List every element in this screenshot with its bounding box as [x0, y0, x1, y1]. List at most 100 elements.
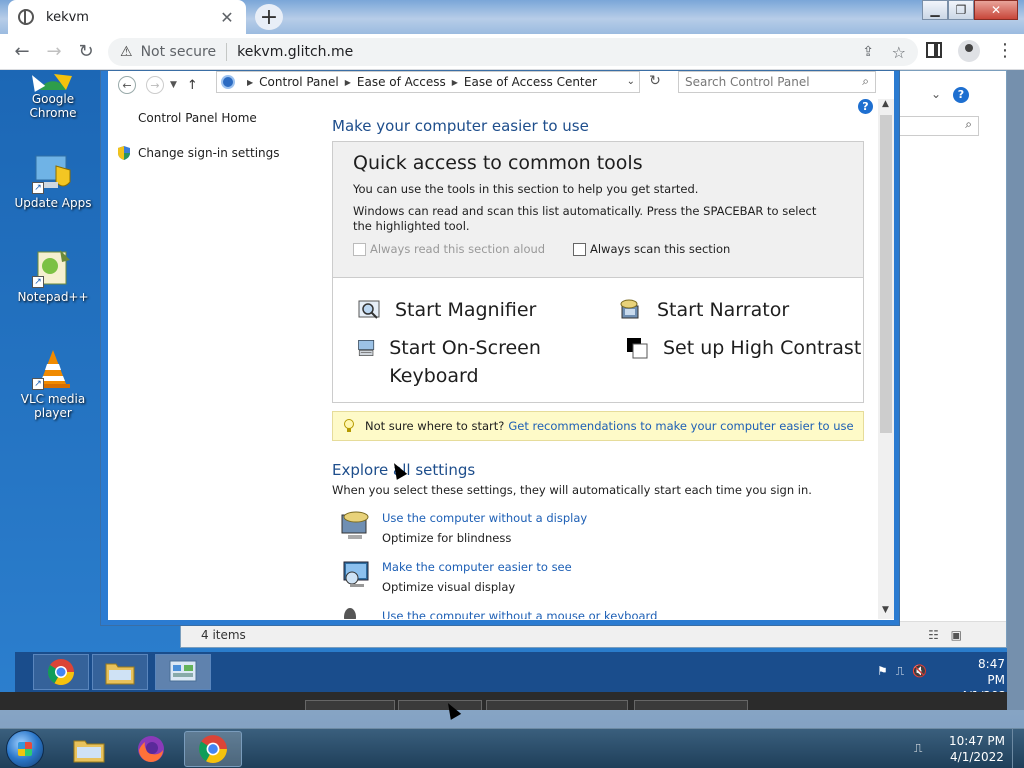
action-center-flag-icon[interactable]: ⚑ [877, 664, 888, 679]
remote-control-tab[interactable] [398, 700, 482, 710]
search-icon: ⌕ [965, 117, 972, 131]
profile-avatar-icon[interactable] [958, 40, 980, 62]
start-on-screen-keyboard-button[interactable]: Start On-Screen Keyboard [357, 334, 577, 390]
taskbar-file-explorer-button[interactable] [92, 654, 148, 690]
desktop-icon-chrome[interactable]: Google Chrome [8, 70, 98, 120]
browser-tab[interactable]: kekvm ✕ [8, 0, 246, 34]
read-aloud-checkbox-row[interactable]: Always read this section aloud [353, 242, 545, 256]
search-icon[interactable]: ⌕ [862, 74, 869, 89]
volume-muted-icon[interactable]: 🔇 [912, 664, 927, 679]
ease-of-access-window: ← → ▼ ↑ ▶ Control Panel ▶ Ease of Access… [100, 70, 900, 626]
url-text[interactable]: kekvm.glitch.me [237, 44, 353, 60]
vertical-scrollbar[interactable]: ▲ ▼ [878, 99, 894, 619]
breadcrumb-separator-icon[interactable]: ▶ [345, 78, 351, 87]
remote-screen[interactable]: Google Chrome ↗ Update Apps ↗ Notepad++ … [0, 70, 1007, 710]
help-icon[interactable]: ? [953, 87, 969, 103]
remote-control-tab[interactable] [305, 700, 395, 710]
change-signin-settings-link[interactable]: Change sign-in settings [116, 145, 280, 161]
breadcrumb-separator-icon[interactable]: ▶ [452, 78, 458, 87]
explorer-address-bar: ← → ▼ ↑ ▶ Control Panel ▶ Ease of Access… [108, 71, 894, 99]
chevron-down-icon[interactable]: ⌄ [931, 87, 941, 101]
up-arrow-icon[interactable]: ↑ [187, 78, 198, 93]
chevron-down-icon[interactable]: ⌄ [627, 76, 635, 87]
start-magnifier-button[interactable]: Start Magnifier [357, 296, 536, 324]
more-menu-icon[interactable]: ⋮ [996, 40, 1014, 61]
recent-locations-icon[interactable]: ▼ [170, 80, 177, 90]
breadcrumb-ease-of-access[interactable]: Ease of Access [357, 75, 446, 89]
host-taskbar-firefox-button[interactable] [122, 731, 180, 767]
vlc-cone-icon: ↗ [32, 348, 74, 390]
host-clock[interactable]: 10:47 PM 4/1/2022 [946, 733, 1008, 765]
control-panel-home-link[interactable]: Control Panel Home [138, 111, 257, 125]
page-title: Make your computer easier to use [332, 117, 589, 135]
breadcrumb-control-panel[interactable]: Control Panel [259, 75, 339, 89]
network-icon[interactable]: ⎍ [896, 664, 904, 679]
folder-icon [105, 663, 135, 685]
main-content: Make your computer easier to use Quick a… [330, 99, 868, 619]
shortcut-arrow-icon: ↗ [32, 378, 44, 390]
browser-toolbar: ← → ↻ ⚠ Not secure kekvm.glitch.me ⇪ ☆ ⋮ [0, 34, 1024, 70]
scroll-up-icon[interactable]: ▲ [882, 99, 889, 109]
setting-link[interactable]: Make the computer easier to see [382, 560, 572, 574]
forward-icon[interactable]: → [146, 76, 164, 94]
show-desktop-button[interactable] [1012, 729, 1024, 768]
scrollbar-thumb[interactable] [880, 115, 892, 433]
guest-taskbar: ⚑ ⎍ 🔇 8:47 PM 4/1/2022 [15, 652, 1007, 703]
start-narrator-button[interactable]: Start Narrator [619, 296, 789, 324]
minimize-button[interactable]: ▁ [922, 0, 948, 20]
setting-link[interactable]: Use the computer without a mouse or keyb… [382, 609, 657, 619]
read-aloud-checkbox[interactable] [353, 242, 366, 256]
setting-easier-to-see[interactable]: Make the computer easier to see Optimize… [340, 558, 572, 594]
back-icon[interactable]: ← [6, 36, 38, 68]
scroll-down-icon[interactable]: ▼ [882, 605, 889, 615]
scan-checkbox-row[interactable]: Always scan this section [573, 242, 730, 256]
get-recommendations-link[interactable]: Get recommendations to make your compute… [508, 419, 853, 433]
remote-control-tab[interactable] [634, 700, 748, 710]
background-search-box[interactable]: ⌕ [899, 116, 979, 136]
desktop-icon-notepadpp[interactable]: ↗ Notepad++ [8, 246, 98, 304]
tip-text: Not sure where to start? [365, 419, 505, 433]
reload-icon[interactable]: ↻ [70, 36, 102, 68]
tab-close-icon[interactable]: ✕ [218, 8, 236, 27]
setting-without-display[interactable]: Use the computer without a display Optim… [340, 509, 587, 545]
bookmark-star-icon[interactable]: ☆ [892, 43, 906, 62]
side-panel-icon[interactable] [926, 42, 942, 58]
warning-icon[interactable]: ⚠ [120, 44, 133, 60]
remote-control-strip [0, 692, 1007, 710]
set-up-high-contrast-button[interactable]: Set up High Contrast [625, 334, 861, 362]
desktop-icon-vlc[interactable]: ↗ VLC media player [8, 348, 98, 420]
close-button[interactable]: ✕ [974, 0, 1018, 20]
breadcrumb-ease-of-access-center[interactable]: Ease of Access Center [464, 75, 597, 89]
start-button[interactable] [6, 730, 44, 768]
address-bar[interactable]: ⚠ Not secure kekvm.glitch.me ⇪ ☆ [108, 38, 918, 66]
host-network-icon[interactable]: ⎍ [914, 741, 922, 756]
setting-link[interactable]: Use the computer without a display [382, 511, 587, 525]
scan-checkbox[interactable] [573, 242, 586, 256]
explore-settings-description: When you select these settings, they wil… [332, 483, 812, 497]
maximize-button[interactable]: ❐ [948, 0, 974, 20]
not-secure-label[interactable]: Not secure [141, 44, 217, 60]
desktop-icon-update-apps[interactable]: ↗ Update Apps [8, 152, 98, 210]
back-icon[interactable]: ← [118, 76, 136, 94]
desktop-icon-label: Google Chrome [29, 92, 77, 120]
breadcrumb-separator-icon[interactable]: ▶ [247, 78, 253, 87]
host-taskbar-explorer-button[interactable] [60, 731, 118, 767]
chrome-icon [199, 735, 227, 763]
search-input[interactable]: Search Control Panel ⌕ [678, 71, 876, 93]
share-icon[interactable]: ⇪ [862, 44, 874, 60]
read-aloud-label: Always read this section aloud [370, 242, 546, 256]
tab-title: kekvm [46, 9, 89, 25]
setting-without-mouse-keyboard[interactable]: Use the computer without a mouse or keyb… [340, 607, 657, 619]
taskbar-control-panel-button[interactable] [155, 654, 211, 690]
refresh-icon[interactable]: ↻ [646, 73, 664, 91]
narrator-icon [620, 299, 639, 319]
forward-icon[interactable]: → [38, 36, 70, 68]
desktop-icon-label: Notepad++ [17, 290, 89, 304]
remote-control-tab[interactable] [486, 700, 628, 710]
taskbar-chrome-button[interactable] [33, 654, 89, 690]
host-taskbar-chrome-button[interactable] [184, 731, 242, 767]
view-toggle-icons[interactable]: ☷ ▣ [928, 628, 966, 642]
breadcrumb[interactable]: ▶ Control Panel ▶ Ease of Access ▶ Ease … [216, 71, 640, 93]
globe-icon [18, 9, 34, 25]
new-tab-button[interactable]: + [255, 4, 283, 30]
